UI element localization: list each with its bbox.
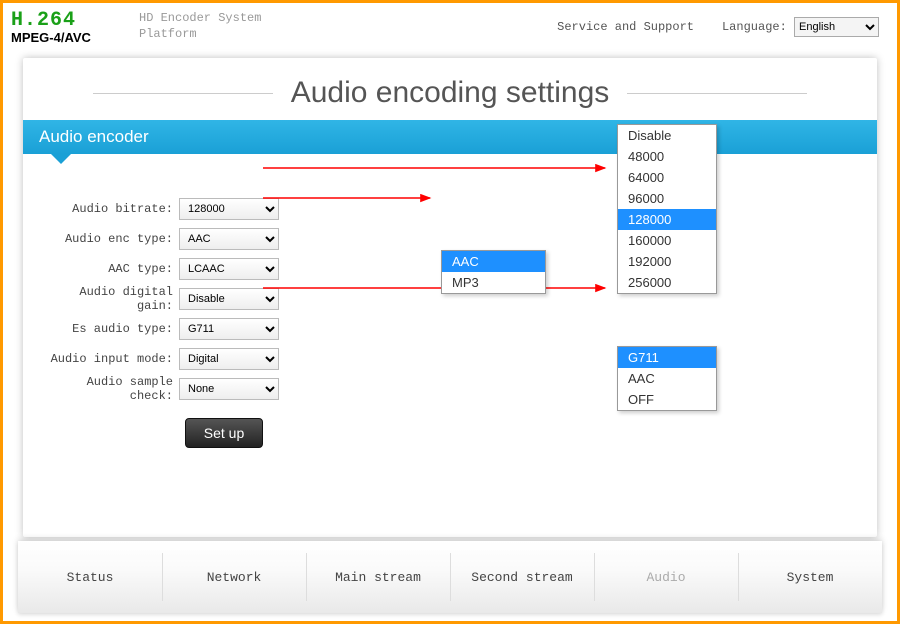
dropdown-bitrate-options[interactable]: Disable480006400096000128000160000192000… — [617, 124, 717, 294]
dropdown-option[interactable]: 128000 — [618, 209, 716, 230]
language-area: Language: English — [722, 17, 879, 37]
language-label: Language: — [722, 20, 787, 34]
dropdown-option[interactable]: 256000 — [618, 272, 716, 293]
tab-network[interactable]: Network — [162, 541, 306, 613]
select-audio-sample-check[interactable]: None — [179, 378, 279, 400]
title-line-left — [93, 93, 273, 94]
dropdown-option[interactable]: 96000 — [618, 188, 716, 209]
select-audio-enc-type[interactable]: AAC — [179, 228, 279, 250]
nav-tabs: StatusNetworkMain streamSecond streamAud… — [18, 541, 882, 613]
label-audio-bitrate: Audio bitrate: — [47, 202, 179, 216]
label-audio-digital-gain: Audio digital gain: — [47, 285, 179, 313]
section-header: Audio encoder — [23, 120, 877, 154]
label-aac-type: AAC type: — [47, 262, 179, 276]
tab-second-stream[interactable]: Second stream — [450, 541, 594, 613]
tab-status[interactable]: Status — [18, 541, 162, 613]
select-aac-type[interactable]: LCAAC — [179, 258, 279, 280]
tab-main-stream[interactable]: Main stream — [306, 541, 450, 613]
label-audio-enc-type: Audio enc type: — [47, 232, 179, 246]
tab-system[interactable]: System — [738, 541, 882, 613]
dropdown-es-options[interactable]: G711AACOFF — [617, 346, 717, 411]
top-bar: H.264 MPEG-4/AVC HD Encoder System Platf… — [3, 3, 897, 51]
top-right: Service and Support Language: English — [557, 17, 879, 37]
title-line-right — [627, 93, 807, 94]
content-panel: Audio encoding settings Audio encoder Au… — [23, 58, 877, 537]
dropdown-option[interactable]: 48000 — [618, 146, 716, 167]
dropdown-option[interactable]: MP3 — [442, 272, 545, 293]
language-select[interactable]: English — [794, 17, 879, 37]
dropdown-option[interactable]: AAC — [618, 368, 716, 389]
select-audio-input-mode[interactable]: Digital — [179, 348, 279, 370]
logo-line2: MPEG-4/AVC — [11, 31, 121, 44]
dropdown-option[interactable]: G711 — [618, 347, 716, 368]
platform-label: HD Encoder System Platform — [139, 11, 261, 42]
service-link[interactable]: Service and Support — [557, 20, 694, 34]
dropdown-option[interactable]: Disable — [618, 125, 716, 146]
logo: H.264 MPEG-4/AVC — [11, 11, 121, 44]
dropdown-option[interactable]: 192000 — [618, 251, 716, 272]
dropdown-option[interactable]: OFF — [618, 389, 716, 410]
tab-audio[interactable]: Audio — [594, 541, 738, 613]
label-audio-sample-check: Audio sample check: — [47, 375, 179, 403]
select-audio-digital-gain[interactable]: Disable — [179, 288, 279, 310]
page-title-row: Audio encoding settings — [23, 58, 877, 120]
dropdown-option[interactable]: 64000 — [618, 167, 716, 188]
select-audio-bitrate[interactable]: 128000 — [179, 198, 279, 220]
page-title: Audio encoding settings — [273, 76, 628, 110]
form-area: Audio bitrate: 128000 Audio enc type: AA… — [23, 154, 877, 448]
dropdown-option[interactable]: AAC — [442, 251, 545, 272]
logo-line1: H.264 — [11, 11, 121, 31]
arrow-bitrate-icon — [263, 160, 613, 176]
label-audio-input-mode: Audio input mode: — [47, 352, 179, 366]
dropdown-enc-options[interactable]: AACMP3 — [441, 250, 546, 294]
setup-button[interactable]: Set up — [185, 418, 263, 448]
dropdown-option[interactable]: 160000 — [618, 230, 716, 251]
select-es-audio-type[interactable]: G711 — [179, 318, 279, 340]
label-es-audio-type: Es audio type: — [47, 322, 179, 336]
